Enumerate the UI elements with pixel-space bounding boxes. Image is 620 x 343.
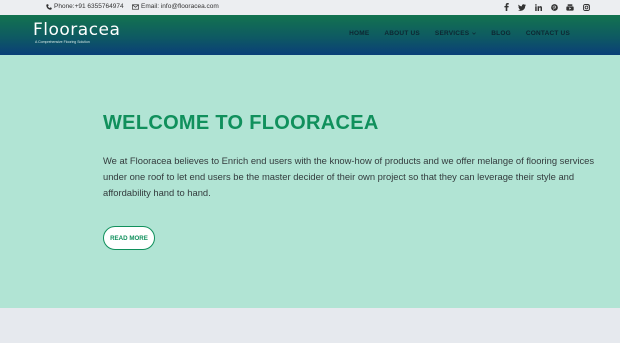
hero-description: We at Flooracea believes to Enrich end u…	[103, 155, 595, 198]
page-footer-area	[0, 308, 620, 343]
facebook-icon[interactable]	[502, 3, 510, 11]
email-text: Email: info@flooracea.com	[141, 3, 219, 10]
nav-contact-us[interactable]: CONTACT US	[526, 30, 570, 37]
chevron-down-icon	[472, 32, 477, 35]
phone-text: Phone:+91 6355764974	[54, 3, 124, 10]
twitter-icon[interactable]	[518, 3, 526, 11]
hero-title: WELCOME TO FLOORACEA	[103, 112, 379, 134]
hero-section: WELCOME TO FLOORACEA We at Flooracea bel…	[0, 55, 620, 308]
top-bar: Phone:+91 6355764974 Email: info@floorac…	[0, 0, 620, 15]
youtube-icon[interactable]	[566, 3, 574, 11]
nav-services-label: SERVICES	[434, 30, 470, 37]
nav-blog[interactable]: BLOG	[491, 30, 511, 37]
linkedin-icon[interactable]	[534, 3, 542, 11]
instagram-icon[interactable]	[582, 3, 590, 11]
site-logo[interactable]: Flooracea A Comprehensive Flooring Solut…	[33, 21, 120, 44]
pinterest-icon[interactable]	[550, 3, 558, 11]
main-navbar: Flooracea A Comprehensive Flooring Solut…	[0, 15, 620, 55]
logo-text: Flooracea	[33, 20, 121, 40]
nav-home[interactable]: HOME	[349, 30, 369, 37]
read-more-button[interactable]: READ MORE	[103, 226, 155, 250]
phone-contact[interactable]: Phone:+91 6355764974	[46, 3, 124, 10]
phone-icon	[46, 3, 52, 10]
nav-menu: HOME ABOUT US SERVICES BLOG CONTACT US	[349, 30, 570, 37]
nav-about-us[interactable]: ABOUT US	[384, 30, 420, 37]
envelope-icon	[132, 3, 139, 10]
email-contact[interactable]: Email: info@flooracea.com	[132, 3, 219, 10]
social-links	[502, 3, 590, 11]
logo-tagline: A Comprehensive Flooring Solution	[35, 40, 90, 44]
nav-services[interactable]: SERVICES	[434, 30, 477, 37]
